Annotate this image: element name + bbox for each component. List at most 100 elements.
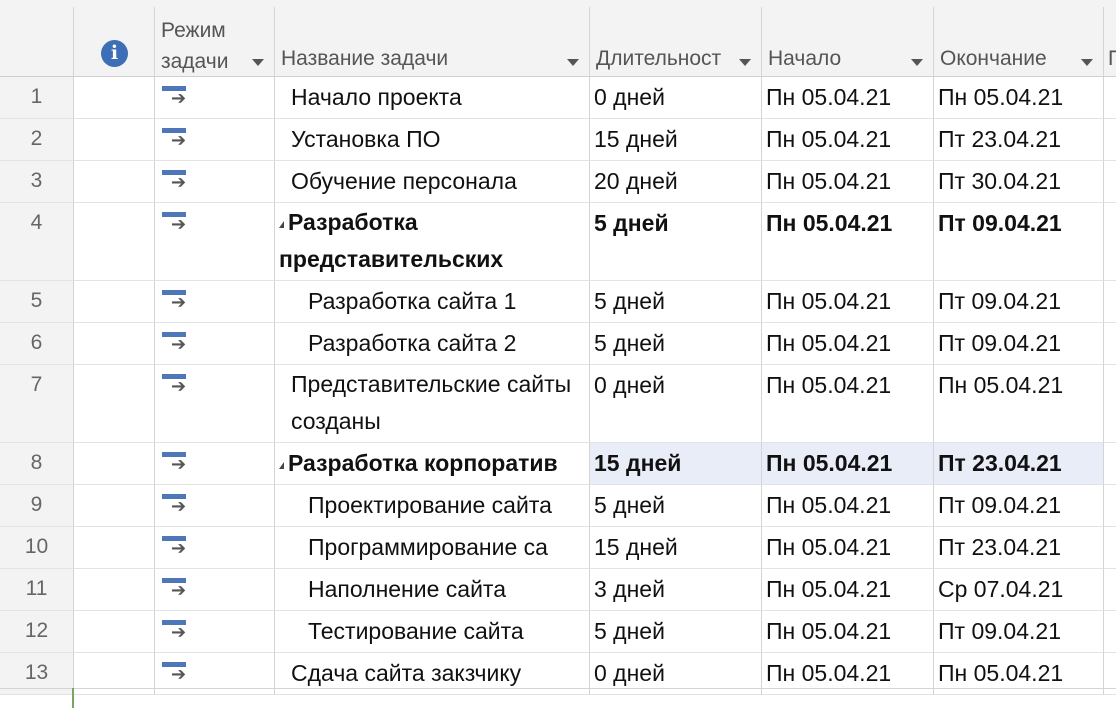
indicators-cell[interactable] [74, 161, 155, 203]
indicators-cell[interactable] [74, 77, 155, 119]
task-mode-cell[interactable]: ➔ [155, 611, 275, 653]
finish-cell[interactable]: Пт 23.04.21 [934, 119, 1104, 161]
task-mode-cell[interactable]: ➔ [155, 161, 275, 203]
row-number[interactable]: 9 [0, 485, 74, 527]
task-mode-cell[interactable]: ➔ [155, 443, 275, 485]
chevron-down-icon[interactable] [567, 59, 579, 66]
row-number[interactable]: 2 [0, 119, 74, 161]
predecessors-cell[interactable] [1104, 569, 1116, 611]
duration-cell[interactable]: 3 дней [590, 569, 762, 611]
duration-cell[interactable]: 15 дней [590, 443, 762, 485]
duration-cell[interactable]: 15 дней [590, 527, 762, 569]
row-number[interactable]: 12 [0, 611, 74, 653]
select-all-corner[interactable] [0, 7, 74, 77]
indicators-cell[interactable] [74, 281, 155, 323]
task-name-cell[interactable]: Разработка сайта 2 [275, 323, 590, 365]
row-number[interactable]: 1 [0, 77, 74, 119]
indicators-cell[interactable] [74, 485, 155, 527]
task-name-cell[interactable]: Представительские сайты созданы [275, 365, 590, 443]
predecessors-cell[interactable] [1104, 365, 1116, 443]
start-cell[interactable]: Пн 05.04.21 [762, 203, 934, 281]
collapse-triangle-icon[interactable] [279, 221, 284, 228]
task-name-cell[interactable]: Обучение персонала [275, 161, 590, 203]
task-mode-cell[interactable]: ➔ [155, 119, 275, 161]
duration-header[interactable]: Длительност [590, 7, 762, 77]
predecessors-cell[interactable] [1104, 323, 1116, 365]
duration-cell[interactable]: 0 дней [590, 365, 762, 443]
start-cell[interactable]: Пн 05.04.21 [762, 527, 934, 569]
predecessors-cell[interactable] [1104, 485, 1116, 527]
start-cell[interactable]: Пн 05.04.21 [762, 611, 934, 653]
predecessors-cell[interactable] [1104, 203, 1116, 281]
predecessors-cell[interactable] [1104, 77, 1116, 119]
start-cell[interactable]: Пн 05.04.21 [762, 323, 934, 365]
indicators-cell[interactable] [74, 569, 155, 611]
task-mode-cell[interactable]: ➔ [155, 281, 275, 323]
row-number[interactable]: 7 [0, 365, 74, 443]
finish-cell[interactable]: Пт 30.04.21 [934, 161, 1104, 203]
predecessors-cell[interactable] [1104, 443, 1116, 485]
duration-cell[interactable]: 5 дней [590, 611, 762, 653]
start-cell[interactable]: Пн 05.04.21 [762, 485, 934, 527]
chevron-down-icon[interactable] [252, 59, 264, 66]
predecessors-cell[interactable] [1104, 527, 1116, 569]
duration-cell[interactable]: 5 дней [590, 485, 762, 527]
task-name-cell[interactable]: Разработка корпоратив [275, 443, 590, 485]
row-number[interactable]: 10 [0, 527, 74, 569]
start-cell[interactable]: Пн 05.04.21 [762, 77, 934, 119]
predecessors-cell[interactable] [1104, 119, 1116, 161]
duration-cell[interactable]: 15 дней [590, 119, 762, 161]
finish-cell[interactable]: Пн 05.04.21 [934, 77, 1104, 119]
indicators-cell[interactable] [74, 527, 155, 569]
start-cell[interactable]: Пн 05.04.21 [762, 569, 934, 611]
task-name-cell[interactable]: Начало проекта [275, 77, 590, 119]
task-name-cell[interactable]: Проектирование сайта [275, 485, 590, 527]
finish-cell[interactable]: Пн 05.04.21 [934, 365, 1104, 443]
row-number[interactable]: 4 [0, 203, 74, 281]
task-mode-cell[interactable]: ➔ [155, 365, 275, 443]
task-mode-header[interactable]: Режим задачи [155, 7, 275, 77]
finish-cell[interactable]: Пт 09.04.21 [934, 485, 1104, 527]
start-cell[interactable]: Пн 05.04.21 [762, 281, 934, 323]
row-number[interactable]: 3 [0, 161, 74, 203]
finish-cell[interactable]: Пт 09.04.21 [934, 611, 1104, 653]
predecessors-cell[interactable] [1104, 611, 1116, 653]
start-cell[interactable]: Пн 05.04.21 [762, 119, 934, 161]
collapse-triangle-icon[interactable] [279, 462, 284, 469]
start-cell[interactable]: Пн 05.04.21 [762, 443, 934, 485]
row-number[interactable]: 11 [0, 569, 74, 611]
start-cell[interactable]: Пн 05.04.21 [762, 161, 934, 203]
indicators-cell[interactable] [74, 203, 155, 281]
indicators-cell[interactable] [74, 443, 155, 485]
task-mode-cell[interactable]: ➔ [155, 203, 275, 281]
start-header[interactable]: Начало [762, 7, 934, 77]
finish-cell[interactable]: Пт 09.04.21 [934, 203, 1104, 281]
predecessors-cell[interactable] [1104, 281, 1116, 323]
chevron-down-icon[interactable] [739, 59, 751, 66]
task-name-header[interactable]: Название задачи [275, 7, 590, 77]
finish-cell[interactable]: Пт 23.04.21 [934, 527, 1104, 569]
task-mode-cell[interactable]: ➔ [155, 323, 275, 365]
chevron-down-icon[interactable] [1081, 59, 1093, 66]
task-name-cell[interactable]: Наполнение сайта [275, 569, 590, 611]
chevron-down-icon[interactable] [911, 59, 923, 66]
task-mode-cell[interactable]: ➔ [155, 527, 275, 569]
task-name-cell[interactable]: Тестирование сайта [275, 611, 590, 653]
finish-cell[interactable]: Ср 07.04.21 [934, 569, 1104, 611]
task-mode-cell[interactable]: ➔ [155, 569, 275, 611]
finish-cell[interactable]: Пт 09.04.21 [934, 281, 1104, 323]
duration-cell[interactable]: 5 дней [590, 203, 762, 281]
duration-cell[interactable]: 0 дней [590, 77, 762, 119]
task-name-cell[interactable]: Разработка сайта 1 [275, 281, 590, 323]
predecessors-header[interactable]: П [1104, 7, 1116, 77]
task-name-cell[interactable]: Разработка представительских [275, 203, 590, 281]
indicators-cell[interactable] [74, 365, 155, 443]
finish-header[interactable]: Окончание [934, 7, 1104, 77]
indicators-cell[interactable] [74, 323, 155, 365]
row-number[interactable]: 8 [0, 443, 74, 485]
task-mode-cell[interactable]: ➔ [155, 485, 275, 527]
row-number[interactable]: 6 [0, 323, 74, 365]
duration-cell[interactable]: 20 дней [590, 161, 762, 203]
indicators-cell[interactable] [74, 119, 155, 161]
indicators-cell[interactable] [74, 611, 155, 653]
